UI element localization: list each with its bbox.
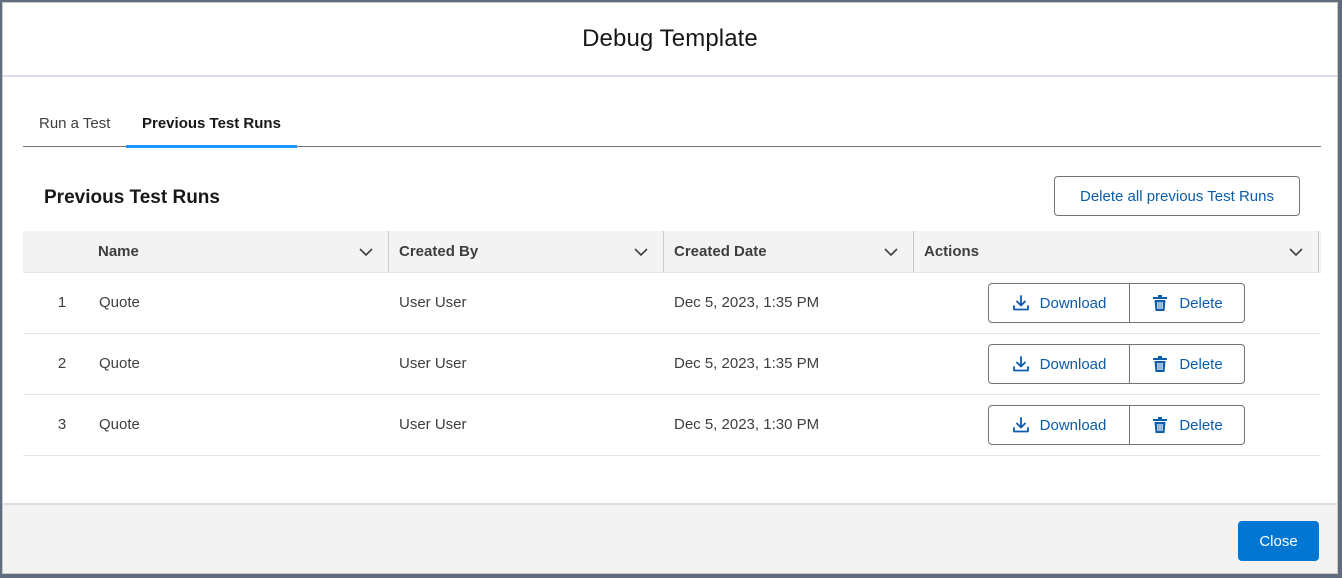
run-name: Quote <box>99 355 140 372</box>
section-title: Previous Test Runs <box>44 187 220 208</box>
chevron-down-icon[interactable] <box>883 244 899 260</box>
modal-footer: Close <box>3 503 1337 573</box>
tab-bar: Run a Test Previous Test Runs <box>23 102 1321 148</box>
download-label: Download <box>1039 294 1107 312</box>
test-runs-table: Name Created By Created Date Actions 1 Q… <box>23 231 1321 456</box>
table-header: Name Created By Created Date Actions <box>23 231 1321 273</box>
run-created-date: Dec 5, 2023, 1:30 PM <box>674 416 820 433</box>
download-label: Download <box>1039 416 1107 434</box>
delete-label: Delete <box>1179 294 1223 312</box>
download-button[interactable]: Download <box>989 345 1130 383</box>
debug-template-modal: Debug Template Run a Test Previous Test … <box>2 2 1338 574</box>
row-number: 1 <box>57 294 67 311</box>
run-created-date: Dec 5, 2023, 1:35 PM <box>674 355 820 372</box>
column-header-created-by[interactable]: Created By <box>388 231 663 272</box>
column-header-label: Created By <box>399 243 479 260</box>
trash-icon <box>1153 417 1168 433</box>
delete-button[interactable]: Delete <box>1130 406 1244 444</box>
tab-previous-test-runs[interactable]: Previous Test Runs <box>126 102 297 148</box>
delete-button[interactable]: Delete <box>1130 345 1244 383</box>
column-header-label: Actions <box>924 243 980 260</box>
download-icon <box>1012 295 1029 311</box>
row-number: 2 <box>57 355 67 372</box>
column-header-created-date[interactable]: Created Date <box>663 231 913 272</box>
row-actions: Download Delete <box>988 405 1245 445</box>
run-created-by: User User <box>399 355 467 372</box>
row-actions: Download Delete <box>988 283 1245 323</box>
column-header-label: Created Date <box>674 243 767 260</box>
column-header-label: Name <box>98 243 139 260</box>
download-button[interactable]: Download <box>989 406 1130 444</box>
trash-icon <box>1153 295 1168 311</box>
modal-title: Debug Template <box>582 25 758 52</box>
column-header-name[interactable]: Name <box>88 231 388 272</box>
table-row: 2 Quote User User Dec 5, 2023, 1:35 PM D… <box>23 334 1321 395</box>
download-button[interactable]: Download <box>989 284 1130 322</box>
trash-icon <box>1153 356 1168 372</box>
delete-label: Delete <box>1179 416 1223 434</box>
download-icon <box>1012 417 1029 433</box>
row-number: 3 <box>57 416 67 433</box>
table-row: 1 Quote User User Dec 5, 2023, 1:35 PM D… <box>23 273 1321 334</box>
run-created-by: User User <box>399 294 467 311</box>
row-actions: Download Delete <box>988 344 1245 384</box>
tab-run-a-test[interactable]: Run a Test <box>23 102 126 146</box>
chevron-down-icon[interactable] <box>633 244 649 260</box>
run-created-date: Dec 5, 2023, 1:35 PM <box>674 294 820 311</box>
close-button[interactable]: Close <box>1238 521 1319 561</box>
delete-button[interactable]: Delete <box>1130 284 1244 322</box>
delete-label: Delete <box>1179 355 1223 373</box>
modal-header: Debug Template <box>3 3 1337 77</box>
download-icon <box>1012 356 1029 372</box>
run-name: Quote <box>99 294 140 311</box>
delete-all-runs-button[interactable]: Delete all previous Test Runs <box>1054 176 1300 216</box>
run-created-by: User User <box>399 416 467 433</box>
chevron-down-icon[interactable] <box>1288 244 1304 260</box>
run-name: Quote <box>99 416 140 433</box>
chevron-down-icon[interactable] <box>358 244 374 260</box>
table-row: 3 Quote User User Dec 5, 2023, 1:30 PM D… <box>23 395 1321 456</box>
download-label: Download <box>1039 355 1107 373</box>
column-header-actions[interactable]: Actions <box>913 231 1319 272</box>
